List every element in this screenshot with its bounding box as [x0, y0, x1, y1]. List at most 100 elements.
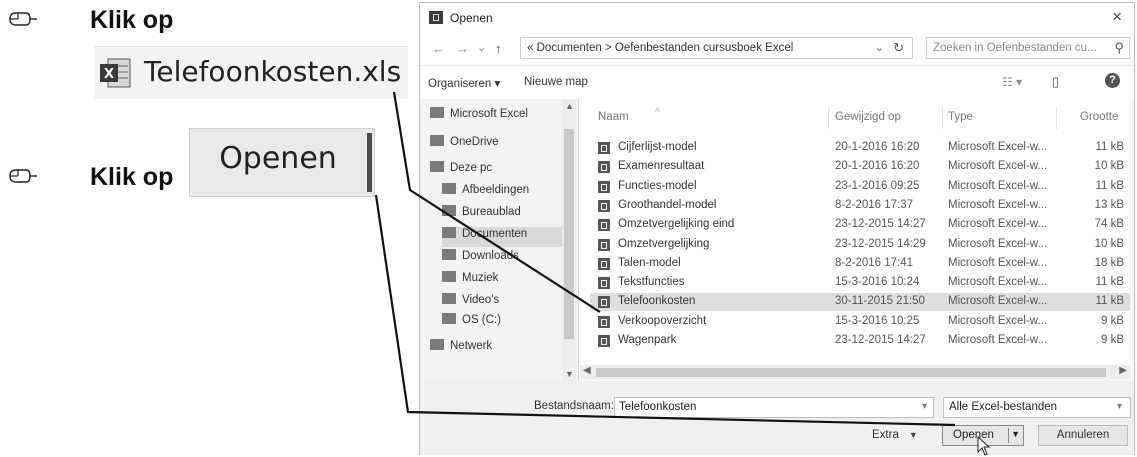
excel-icon	[430, 107, 444, 118]
file-size: 74 kB	[1094, 218, 1124, 231]
navigation-bar: ← → ⌄ ↑ « Documenten > Oefenbestanden cu…	[420, 31, 1134, 65]
nav-item-label: Microsoft Excel	[450, 108, 528, 120]
nav-item-label: OneDrive	[450, 136, 499, 148]
file-row[interactable]: Groothandel-model 8-2-2016 17:37 Microsoft…	[590, 197, 1130, 215]
up-arrow-icon[interactable]: ↑	[495, 41, 502, 56]
horizontal-scrollbar[interactable]: ◀ ▶	[580, 365, 1130, 379]
cancel-button[interactable]: Annuleren	[1038, 425, 1128, 446]
file-row[interactable]: Talen-model 8-2-2016 17:41 Microsoft Excel…	[590, 255, 1130, 273]
file-name: Functies-model	[618, 179, 697, 192]
nav-item[interactable]: OS (C:)	[442, 313, 562, 333]
scroll-down-icon[interactable]: ▼	[565, 369, 574, 379]
file-row[interactable]: Cijferlijst-model 20-1-2016 16:20 Microsof…	[590, 139, 1130, 157]
breadcrumb[interactable]: « Documenten > Oefenbestanden cursusboek…	[527, 42, 793, 54]
nav-item-label: Documenten	[462, 228, 528, 240]
file-type: Microsoft Excel-w...	[948, 160, 1048, 173]
nav-item[interactable]: Deze pc	[430, 161, 560, 181]
file-type-value[interactable]: Alle Excel-bestanden	[949, 401, 1057, 413]
file-row[interactable]: Functies-model 23-1-2016 09:25 Microsoft E…	[590, 178, 1130, 196]
file-modified: 23-12-2015 14:29	[835, 237, 926, 250]
forward-arrow-icon[interactable]: →	[456, 41, 469, 56]
extra-menu-button[interactable]: Extra ▼	[872, 429, 918, 441]
column-divider[interactable]	[828, 107, 829, 129]
change-view-icon[interactable]: ☷ ▾	[1002, 75, 1022, 89]
title-bar: Openen ×	[420, 3, 1134, 31]
nav-item[interactable]: OneDrive	[430, 135, 560, 155]
navigation-pane: Microsoft Excel OneDrive Deze pc Afbeelding…	[420, 99, 579, 381]
excel-file-icon	[598, 180, 610, 193]
address-bar[interactable]: « Documenten > Oefenbestanden cursusboek…	[520, 37, 913, 59]
help-icon[interactable]: ?	[1105, 73, 1120, 88]
excel-file-icon	[598, 161, 610, 174]
file-row[interactable]: Wagenpark 23-12-2015 14:27 Microsoft Excel…	[590, 332, 1130, 350]
close-icon[interactable]: ×	[1112, 7, 1122, 27]
downloads-folder-icon	[442, 249, 456, 260]
file-row[interactable]: Omzetvergelijking 23-12-2015 14:29 Microso…	[590, 236, 1130, 254]
column-header-size[interactable]: Grootte	[1080, 111, 1118, 123]
scroll-up-icon[interactable]: ▲	[565, 101, 574, 111]
file-type: Microsoft Excel-w...	[948, 179, 1048, 192]
file-row[interactable]: Telefoonkosten 30-11-2015 21:50 Microsoft …	[590, 293, 1130, 312]
excel-file-icon	[598, 277, 610, 290]
file-size: 13 kB	[1094, 198, 1124, 211]
file-row[interactable]: Examenresultaat 20-1-2016 16:20 Microsoft …	[590, 158, 1130, 176]
file-type: Microsoft Excel-w...	[948, 334, 1048, 346]
filename-input[interactable]: Telefoonkosten ▾	[614, 397, 934, 418]
recent-locations-chevron-icon[interactable]: ⌄	[477, 41, 486, 54]
file-type: Microsoft Excel-w...	[948, 218, 1048, 231]
file-row[interactable]: Verkoopoverzicht 15-3-2016 10:25 Microsoft…	[590, 313, 1130, 331]
scroll-right-icon[interactable]: ▶	[1119, 365, 1127, 376]
command-bar: Organiseren ▾ Nieuwe map ☷ ▾ ▯ ?	[420, 65, 1134, 100]
nav-item[interactable]: Video's	[442, 293, 562, 313]
column-header-name[interactable]: Naam ^	[598, 107, 660, 123]
file-modified: 23-1-2016 09:25	[835, 179, 920, 192]
column-header-modified[interactable]: Gewijzigd op	[835, 111, 901, 123]
open-options-dropdown-icon[interactable]: ▼	[1011, 429, 1020, 439]
excel-file-icon	[598, 199, 610, 212]
drive-icon	[442, 313, 456, 324]
organize-menu-button[interactable]: Organiseren ▾	[428, 76, 500, 90]
scroll-thumb[interactable]	[564, 129, 574, 339]
file-type: Microsoft Excel-w...	[948, 198, 1048, 211]
nav-item-label: OS (C:)	[462, 314, 501, 326]
column-divider[interactable]	[942, 107, 943, 129]
svg-text:X: X	[104, 67, 114, 82]
dialog-title: Openen	[450, 11, 493, 25]
file-row[interactable]: Tekstfuncties 15-3-2016 10:24 Microsoft Ex…	[590, 274, 1130, 292]
address-dropdown-icon[interactable]: ⌄	[875, 41, 884, 54]
button-edge	[367, 133, 372, 192]
refresh-icon[interactable]: ↻	[893, 40, 904, 56]
file-row[interactable]: Omzetvergelijking eind 23-12-2015 14:27 Mi…	[590, 216, 1130, 234]
file-type-dropdown-icon[interactable]: ▾	[1117, 401, 1122, 412]
file-type: Microsoft Excel-w...	[948, 237, 1048, 250]
excel-file-icon	[598, 142, 610, 154]
file-modified: 20-1-2016 16:20	[835, 141, 920, 153]
nav-item[interactable]: Muziek	[442, 271, 562, 291]
extra-dropdown-icon: ▼	[908, 430, 918, 440]
filename-value[interactable]: Telefoonkosten	[619, 401, 696, 413]
navigation-scrollbar[interactable]: ▲ ▼	[562, 99, 576, 381]
nav-item[interactable]: Afbeeldingen	[442, 183, 562, 203]
filename-dropdown-icon[interactable]: ▾	[922, 401, 927, 412]
search-input[interactable]: Zoeken in Oefenbestanden cu... ⚲	[926, 37, 1130, 59]
file-name-callout: Telefoonkosten.xls	[144, 55, 402, 88]
nav-item[interactable]: Bureaublad	[442, 205, 562, 225]
nav-item[interactable]: Downloads	[442, 249, 562, 269]
cloud-icon	[430, 135, 444, 146]
search-icon[interactable]: ⚲	[1114, 40, 1124, 56]
filename-label: Bestandsnaam:	[534, 400, 614, 412]
column-divider[interactable]	[1056, 107, 1057, 129]
scroll-left-icon[interactable]: ◀	[583, 365, 591, 376]
nav-item[interactable]: Netwerk	[430, 339, 560, 359]
nav-item[interactable]: Microsoft Excel	[430, 107, 560, 127]
new-folder-button[interactable]: Nieuwe map	[524, 76, 588, 88]
file-type: Microsoft Excel-w...	[948, 276, 1048, 289]
column-header-type[interactable]: Type	[948, 111, 973, 123]
file-type-select[interactable]: Alle Excel-bestanden ▾	[943, 397, 1131, 418]
nav-item[interactable]: Documenten	[442, 227, 562, 247]
split-divider	[1008, 428, 1009, 443]
excel-file-icon	[598, 296, 610, 309]
scroll-thumb[interactable]	[596, 368, 1106, 377]
back-arrow-icon[interactable]: ←	[432, 41, 445, 56]
preview-pane-icon[interactable]: ▯	[1052, 74, 1059, 90]
